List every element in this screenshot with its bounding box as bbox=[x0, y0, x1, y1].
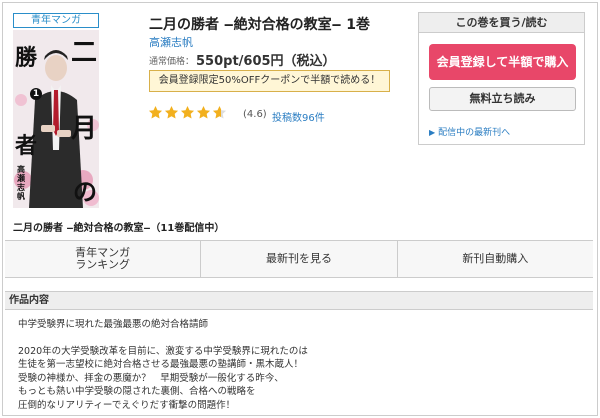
register-and-buy-button[interactable]: 会員登録して半額で購入 bbox=[429, 44, 576, 80]
action-row: 青年マンガ ランキング 最新刊を見る 新刊自動購入 bbox=[5, 240, 593, 278]
description-body: 中学受験界に現れた最強最悪の絶対合格請師 2020年の大学受験改革を目前に、激変… bbox=[18, 318, 578, 412]
price-label: 通常価格： bbox=[149, 57, 195, 67]
star-icon bbox=[180, 105, 195, 119]
description-heading: 作品内容 bbox=[5, 291, 593, 310]
latest-volume-link-label: 配信中の最新刊へ bbox=[438, 128, 511, 138]
description-line: もっとも熱い中学受験の隠された裏側、合格への戦略を bbox=[18, 386, 256, 397]
coupon-banner[interactable]: 会員登録限定50%OFFクーポンで半額で読める！ bbox=[149, 70, 390, 92]
author-link[interactable]: 高瀬志帆 bbox=[149, 34, 193, 50]
ranking-button-line2: ランキング bbox=[75, 258, 130, 271]
free-preview-button[interactable]: 無料立ち読み bbox=[429, 87, 576, 111]
cover-title-char: 勝 bbox=[15, 45, 38, 71]
description-line: 生徒を第一志望校に絶対合格させる最強最悪の塾講師・黒木蔵人！ bbox=[18, 359, 304, 370]
description-line: 中学受験界に現れた最強最悪の絶対合格請師 bbox=[18, 319, 209, 330]
triangle-right-icon: ▶ bbox=[429, 128, 436, 137]
cover-title-char: 月 bbox=[71, 114, 98, 144]
star-half-icon bbox=[212, 105, 227, 119]
latest-volume-link[interactable]: ▶ 配信中の最新刊へ bbox=[429, 125, 510, 138]
cover-title-char: 者 bbox=[15, 133, 38, 159]
review-count-link[interactable]: 投稿数96件 bbox=[272, 109, 325, 124]
rating-value: (4.6) bbox=[243, 109, 267, 120]
ranking-button[interactable]: 青年マンガ ランキング bbox=[5, 241, 202, 277]
auto-purchase-button[interactable]: 新刊自動購入 bbox=[397, 241, 593, 277]
star-icon bbox=[196, 105, 211, 119]
purchase-box-header: この巻を買う/読む bbox=[419, 13, 584, 33]
series-title: 二月の勝者 ‒絶対合格の教室‒（11巻配信中） bbox=[13, 223, 225, 234]
star-icon bbox=[148, 105, 163, 119]
purchase-box: この巻を買う/読む 会員登録して半額で購入 無料立ち読み ▶ 配信中の最新刊へ bbox=[418, 12, 585, 145]
cover-volume-number: 1 bbox=[30, 88, 42, 100]
cover-title-char: の bbox=[73, 177, 97, 206]
description-line: 2020年の大学受験改革を目前に、激変する中学受験界に現れたのは bbox=[18, 345, 308, 357]
rating-stars bbox=[148, 105, 227, 120]
book-title: 二月の勝者 ‒絶対合格の教室‒ 1巻 bbox=[149, 17, 370, 33]
price: 550pt/605円（税込） bbox=[196, 54, 336, 69]
latest-volume-button[interactable]: 最新刊を見る bbox=[201, 241, 398, 277]
book-cover-image[interactable]: 勝 者 二 月 の 1 高瀬志帆 bbox=[13, 30, 99, 208]
description-line: 受験の神様か、拝金の悪魔か？ 早期受験が一般化する昨今、 bbox=[18, 372, 284, 384]
star-icon bbox=[164, 105, 179, 119]
description-line: 圧倒的なリアリティーでえぐりだす衝撃の問題作！ bbox=[18, 399, 236, 411]
cover-author: 高瀬志帆 bbox=[17, 165, 25, 201]
cover-title-char: 二 bbox=[71, 38, 98, 68]
genre-badge[interactable]: 青年マンガ bbox=[13, 13, 99, 28]
